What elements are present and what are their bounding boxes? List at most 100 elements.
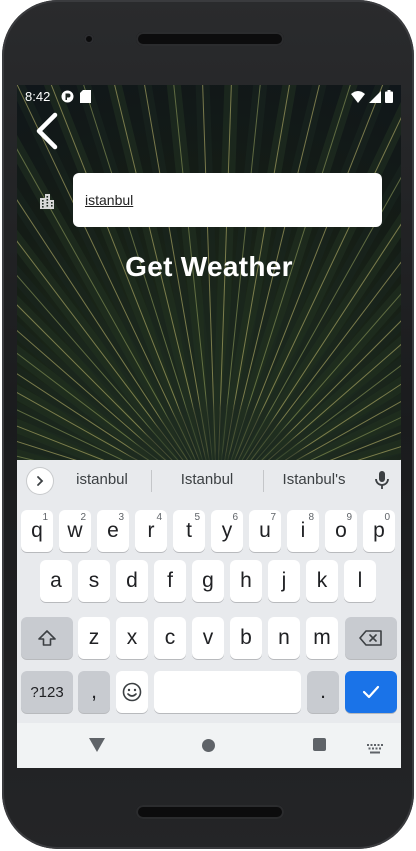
key-t[interactable]: t5 bbox=[173, 510, 205, 552]
key-q[interactable]: q1 bbox=[21, 510, 53, 552]
bottom-speaker bbox=[136, 805, 284, 819]
key-x[interactable]: x bbox=[116, 617, 148, 659]
key-p-label: p bbox=[373, 519, 385, 542]
key-f-label: f bbox=[167, 569, 173, 592]
key-d[interactable]: d bbox=[116, 560, 148, 602]
key-e[interactable]: e3 bbox=[97, 510, 129, 552]
emoji-key[interactable] bbox=[116, 671, 148, 713]
key-m-label: m bbox=[313, 626, 331, 649]
city-input-value: istanbul bbox=[85, 192, 134, 208]
key-s-label: s bbox=[88, 569, 100, 592]
top-speaker bbox=[136, 32, 284, 46]
period-key[interactable]: . bbox=[307, 671, 339, 713]
key-o-label: o bbox=[335, 519, 347, 542]
device-screen: 8:42 istanbul Get Weather istanbul Istan… bbox=[17, 85, 401, 768]
suggestion-bar: istanbul Istanbul Istanbul's bbox=[17, 460, 401, 502]
chevron-right-icon bbox=[37, 476, 44, 486]
get-weather-button[interactable]: Get Weather bbox=[17, 251, 401, 283]
suggestion-1[interactable]: istanbul bbox=[67, 471, 137, 488]
key-q-hint: 1 bbox=[42, 512, 48, 523]
shift-key[interactable] bbox=[21, 617, 73, 659]
key-i-hint: 8 bbox=[308, 512, 314, 523]
symbols-key[interactable]: ?123 bbox=[21, 671, 73, 713]
key-c[interactable]: c bbox=[154, 617, 186, 659]
key-r-hint: 4 bbox=[156, 512, 162, 523]
mic-icon[interactable] bbox=[373, 470, 391, 492]
expand-suggestions-button[interactable] bbox=[27, 468, 53, 494]
notification-icon bbox=[61, 90, 74, 106]
key-l-label: l bbox=[357, 569, 363, 592]
key-y[interactable]: y6 bbox=[211, 510, 243, 552]
city-buildings-icon bbox=[37, 191, 57, 211]
key-b-label: b bbox=[240, 626, 252, 649]
key-p[interactable]: p0 bbox=[363, 510, 395, 552]
nav-home-icon[interactable] bbox=[202, 739, 215, 752]
key-a[interactable]: a bbox=[40, 560, 72, 602]
key-j[interactable]: j bbox=[268, 560, 300, 602]
key-s[interactable]: s bbox=[78, 560, 110, 602]
suggestion-2[interactable]: Istanbul bbox=[167, 471, 247, 488]
key-p-hint: 0 bbox=[384, 512, 390, 523]
key-n[interactable]: n bbox=[268, 617, 300, 659]
key-t-hint: 5 bbox=[194, 512, 200, 523]
key-l[interactable]: l bbox=[344, 560, 376, 602]
nav-recents-icon[interactable] bbox=[313, 738, 326, 751]
key-k[interactable]: k bbox=[306, 560, 338, 602]
key-h[interactable]: h bbox=[230, 560, 262, 602]
period-key-label: . bbox=[320, 680, 326, 703]
navigation-bar bbox=[17, 723, 401, 768]
symbols-key-label: ?123 bbox=[30, 683, 64, 701]
key-t-label: t bbox=[186, 519, 192, 542]
key-r-label: r bbox=[147, 519, 155, 542]
key-r[interactable]: r4 bbox=[135, 510, 167, 552]
soft-keyboard: istanbul Istanbul Istanbul's q1w2e3r4t5y… bbox=[17, 460, 401, 723]
shift-icon bbox=[38, 630, 56, 646]
key-c-label: c bbox=[164, 626, 176, 649]
key-w[interactable]: w2 bbox=[59, 510, 91, 552]
wifi-icon bbox=[351, 90, 365, 106]
check-icon bbox=[362, 685, 380, 699]
key-u[interactable]: u7 bbox=[249, 510, 281, 552]
key-h-label: h bbox=[240, 569, 252, 592]
key-n-label: n bbox=[278, 626, 290, 649]
key-u-label: u bbox=[259, 519, 271, 542]
key-u-hint: 7 bbox=[270, 512, 276, 523]
city-input[interactable]: istanbul bbox=[73, 173, 382, 227]
key-v[interactable]: v bbox=[192, 617, 224, 659]
sd-card-icon bbox=[80, 90, 91, 106]
comma-key-label: , bbox=[91, 680, 97, 703]
key-y-label: y bbox=[221, 519, 233, 542]
chevron-left-icon bbox=[36, 112, 58, 150]
suggestion-divider bbox=[263, 470, 264, 492]
key-z-label: z bbox=[88, 626, 100, 649]
key-m[interactable]: m bbox=[306, 617, 338, 659]
backspace-key[interactable] bbox=[345, 617, 397, 659]
key-z[interactable]: z bbox=[78, 617, 110, 659]
key-f[interactable]: f bbox=[154, 560, 186, 602]
comma-key[interactable]: , bbox=[78, 671, 110, 713]
key-q-label: q bbox=[31, 519, 43, 542]
key-v-label: v bbox=[202, 626, 214, 649]
suggestion-3[interactable]: Istanbul's bbox=[273, 471, 355, 488]
nav-back-icon[interactable] bbox=[89, 738, 105, 757]
key-g[interactable]: g bbox=[192, 560, 224, 602]
status-time: 8:42 bbox=[25, 89, 51, 104]
key-j-label: j bbox=[281, 569, 287, 592]
key-b[interactable]: b bbox=[230, 617, 262, 659]
key-e-label: e bbox=[107, 519, 119, 542]
suggestion-divider bbox=[151, 470, 152, 492]
key-a-label: a bbox=[50, 569, 62, 592]
key-i[interactable]: i8 bbox=[287, 510, 319, 552]
keyboard-switch-icon[interactable] bbox=[367, 741, 383, 759]
front-camera bbox=[84, 34, 94, 44]
key-g-label: g bbox=[202, 569, 214, 592]
key-i-label: i bbox=[300, 519, 306, 542]
signal-icon bbox=[369, 90, 381, 106]
key-o[interactable]: o9 bbox=[325, 510, 357, 552]
key-x-label: x bbox=[126, 626, 138, 649]
back-button[interactable] bbox=[29, 111, 65, 151]
done-key[interactable] bbox=[345, 671, 397, 713]
space-key[interactable] bbox=[154, 671, 301, 713]
backspace-icon bbox=[359, 630, 382, 646]
key-d-label: d bbox=[126, 569, 138, 592]
